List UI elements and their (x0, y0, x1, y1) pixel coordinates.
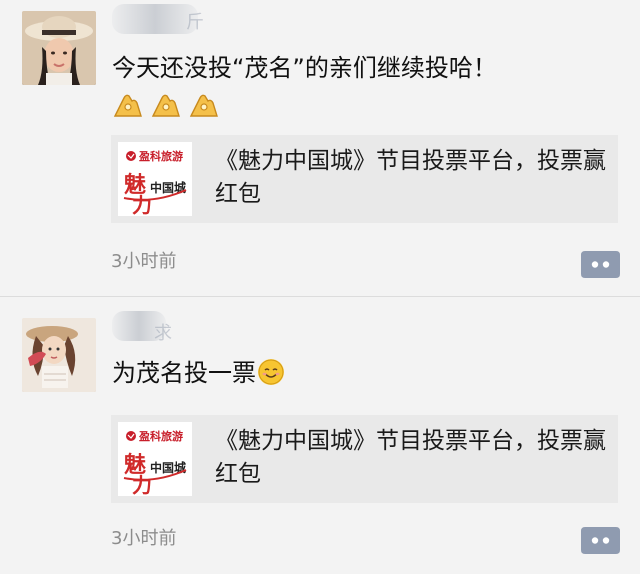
link-card-title: 《魅力中国城》节目投票平台，投票赢红包 (215, 428, 606, 487)
svg-text:力: 力 (132, 473, 152, 496)
comment-dots-icon (578, 527, 620, 554)
moment-post: 斤 今天还没投“茂名”的亲们继续投哈！ 盈科旅游 魅 力 中国城 《魅力中国城》… (0, 0, 640, 296)
moment-post: 求 为茂名投一票 盈科旅游 魅 力 中国城 《魅力中国城》节目投票平台，投票赢红… (0, 297, 640, 574)
post-text-content: 为茂名投一票 (112, 359, 256, 387)
charm-china-city-logo-icon: 盈科旅游 魅 力 中国城 (118, 142, 192, 216)
timestamp: 3小时前 (111, 251, 177, 272)
ok-hand-icon (113, 94, 142, 117)
svg-text:盈科旅游: 盈科旅游 (138, 429, 183, 443)
emoji-row (112, 87, 220, 119)
avatar[interactable] (22, 11, 96, 85)
svg-text:力: 力 (132, 193, 152, 216)
link-thumbnail: 盈科旅游 魅 力 中国城 (118, 422, 192, 496)
smile-face-graphic (258, 359, 284, 385)
avatar[interactable] (22, 318, 96, 392)
comment-button[interactable] (578, 251, 620, 278)
link-card-title: 《魅力中国城》节目投票平台，投票赢红包 (215, 148, 606, 207)
link-card[interactable]: 盈科旅游 魅 力 中国城 《魅力中国城》节目投票平台，投票赢红包 (111, 135, 618, 223)
avatar-photo-icon (22, 11, 96, 85)
moments-feed: 斤 今天还没投“茂名”的亲们继续投哈！ 盈科旅游 魅 力 中国城 《魅力中国城》… (0, 0, 640, 574)
ok-hand-icon (189, 94, 218, 117)
post-text: 为茂名投一票 (112, 357, 284, 389)
comment-button[interactable] (578, 527, 620, 554)
charm-china-city-logo-icon: 盈科旅游 魅 力 中国城 (118, 422, 192, 496)
link-card[interactable]: 盈科旅游 魅 力 中国城 《魅力中国城》节目投票平台，投票赢红包 (111, 415, 618, 503)
post-text: 今天还没投“茂名”的亲们继续投哈！ (112, 54, 497, 82)
ok-hand-icon (151, 94, 180, 117)
username-tail: 求 (154, 323, 172, 344)
username-tail: 斤 (186, 12, 204, 33)
link-thumbnail: 盈科旅游 魅 力 中国城 (118, 142, 192, 216)
smiling-face-icon (258, 359, 284, 385)
svg-text:盈科旅游: 盈科旅游 (138, 149, 183, 163)
timestamp: 3小时前 (111, 528, 177, 549)
avatar-illustration-icon (22, 318, 96, 392)
comment-dots-icon (578, 251, 620, 278)
